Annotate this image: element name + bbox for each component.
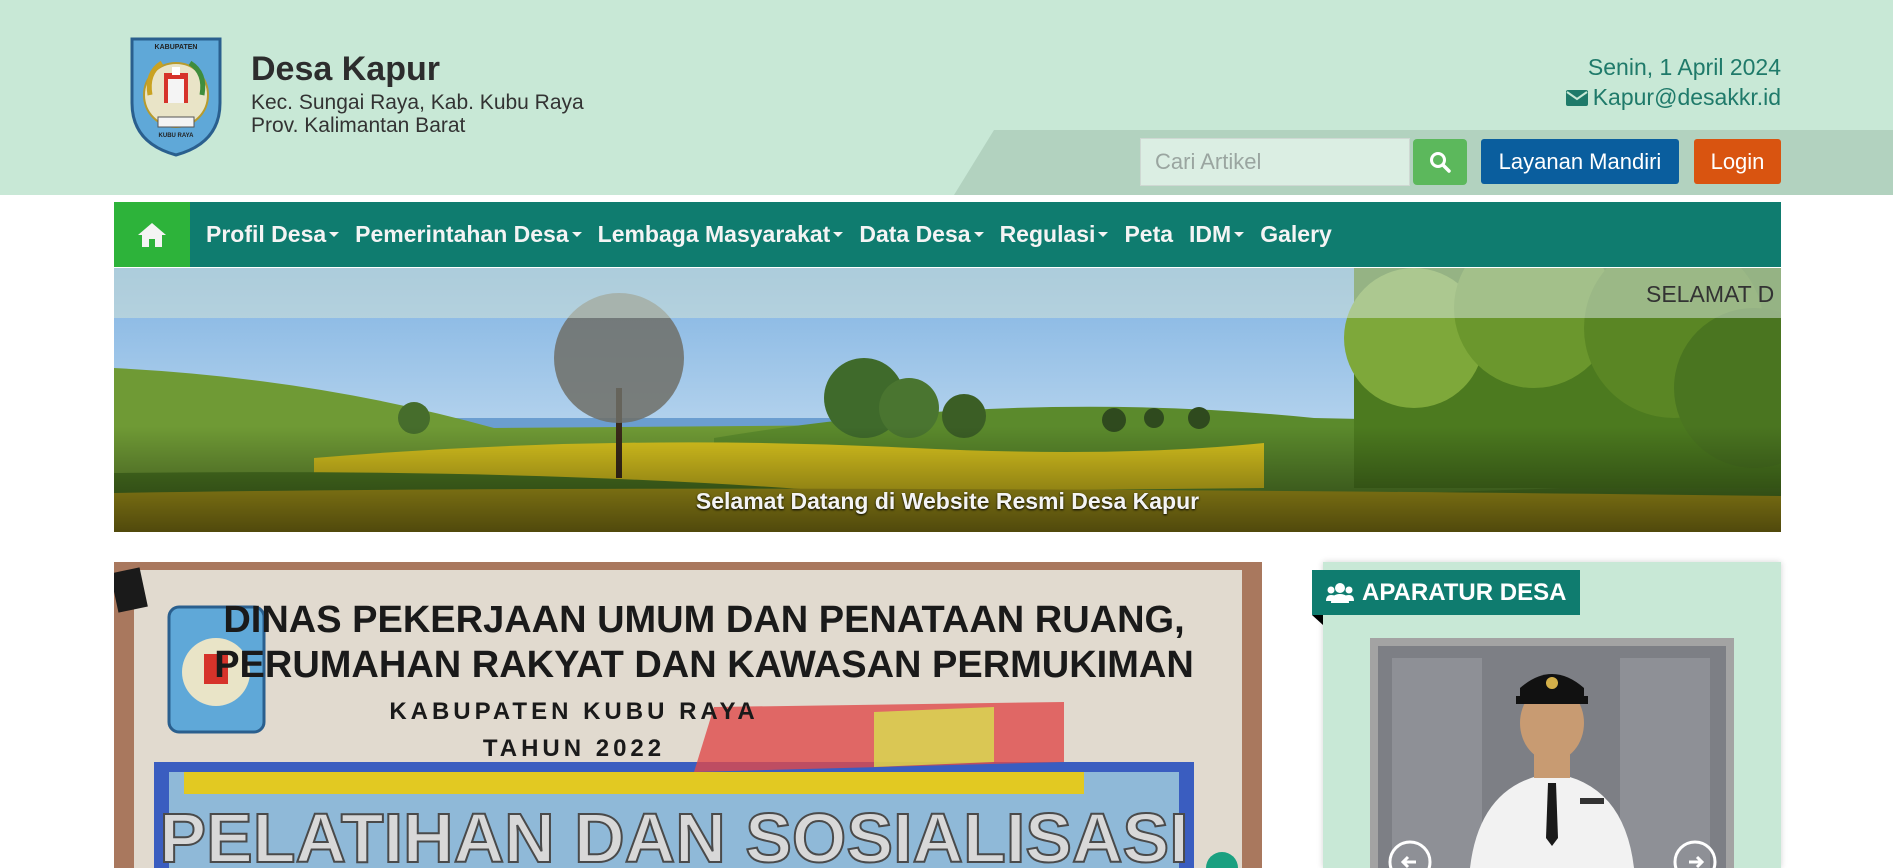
photo-banner-line2: PERUMAHAN RAKYAT DAN KAWASAN PERMUKIMAN <box>214 644 1194 686</box>
caret-down-icon <box>329 232 340 237</box>
village-official-portrait <box>1370 638 1734 868</box>
nav-item-pemerintahan-desa[interactable]: Pemerintahan Desa <box>355 221 582 248</box>
ticker-text: SELAMAT D <box>1646 281 1775 307</box>
photo-banner-line4: TAHUN 2022 <box>483 735 665 762</box>
training-banner-photo: DINAS PEKERJAAN UMUM DAN PENATAAN RUANG,… <box>114 562 1262 868</box>
nav-item-galery[interactable]: Galery <box>1260 221 1332 248</box>
nav-home[interactable] <box>114 202 190 267</box>
nav-item-profil-desa[interactable]: Profil Desa <box>206 221 340 248</box>
photo-banner-line5: PELATIHAN DAN SOSIALISASI <box>159 799 1188 868</box>
contact-email-text[interactable]: Kapur@desakkr.id <box>1593 84 1781 111</box>
news-ticker: SELAMAT D <box>114 268 1781 318</box>
nav-item-data-desa[interactable]: Data Desa <box>859 221 984 248</box>
logo-text-bottom: KUBU RAYA <box>159 133 195 139</box>
nav-item-peta[interactable]: Peta <box>1124 221 1173 248</box>
envelope-icon <box>1565 89 1588 106</box>
photo-banner-line1: DINAS PEKERJAAN UMUM DAN PENATAAN RUANG, <box>223 599 1184 641</box>
site-subtitle-province: Prov. Kalimantan Barat <box>251 114 466 137</box>
search-icon <box>1430 152 1451 173</box>
nav-item-label: IDM <box>1189 221 1232 247</box>
search-input[interactable] <box>1140 138 1410 186</box>
site-subtitle-district: Kec. Sungai Raya, Kab. Kubu Raya <box>251 91 584 114</box>
logo-text-top: KABUPATEN <box>155 44 198 51</box>
caret-down-icon <box>1234 232 1245 237</box>
login-button[interactable]: Login <box>1694 139 1781 184</box>
nav-item-label: Peta <box>1124 221 1174 247</box>
caret-down-icon <box>1098 232 1109 237</box>
nav-item-label: Lembaga Masyarakat <box>597 221 831 247</box>
nav-item-regulasi[interactable]: Regulasi <box>1000 221 1109 248</box>
nav-item-lembaga-masyarakat[interactable]: Lembaga Masyarakat <box>598 221 844 248</box>
caret-down-icon <box>571 232 582 237</box>
search-button[interactable] <box>1413 139 1467 185</box>
nav-item-label: Data Desa <box>859 221 971 247</box>
layanan-mandiri-button[interactable]: Layanan Mandiri <box>1481 139 1679 184</box>
aparatur-heading: APARATUR DESA <box>1312 570 1581 615</box>
featured-article-image[interactable]: DINAS PEKERJAAN UMUM DAN PENATAAN RUANG,… <box>114 562 1262 868</box>
banner-caption: Selamat Datang di Website Resmi Desa Kap… <box>695 488 1200 514</box>
users-icon <box>1326 582 1354 603</box>
aparatur-title: APARATUR DESA <box>1362 578 1567 606</box>
home-icon <box>138 222 166 247</box>
nav-item-label: Galery <box>1260 221 1332 247</box>
contact-email[interactable]: Kapur@desakkr.id <box>1565 84 1781 111</box>
ribbon-fold <box>1312 615 1323 625</box>
site-title[interactable]: Desa Kapur <box>251 50 440 89</box>
nav-item-label: Pemerintahan Desa <box>355 221 569 247</box>
regency-logo[interactable]: KABUPATEN KUBU RAYA <box>128 33 224 157</box>
caret-down-icon <box>833 232 844 237</box>
current-date: Senin, 1 April 2024 <box>1587 54 1781 80</box>
caret-down-icon <box>973 232 984 237</box>
nav-item-label: Regulasi <box>999 221 1096 247</box>
official-photo[interactable] <box>1370 638 1734 868</box>
main-navbar: Profil Desa Pemerintahan Desa Lembaga Ma… <box>114 202 1781 267</box>
nav-item-label: Profil Desa <box>206 221 327 247</box>
nav-item-idm[interactable]: IDM <box>1189 221 1245 248</box>
photo-banner-line3: KABUPATEN KUBU RAYA <box>389 698 758 725</box>
